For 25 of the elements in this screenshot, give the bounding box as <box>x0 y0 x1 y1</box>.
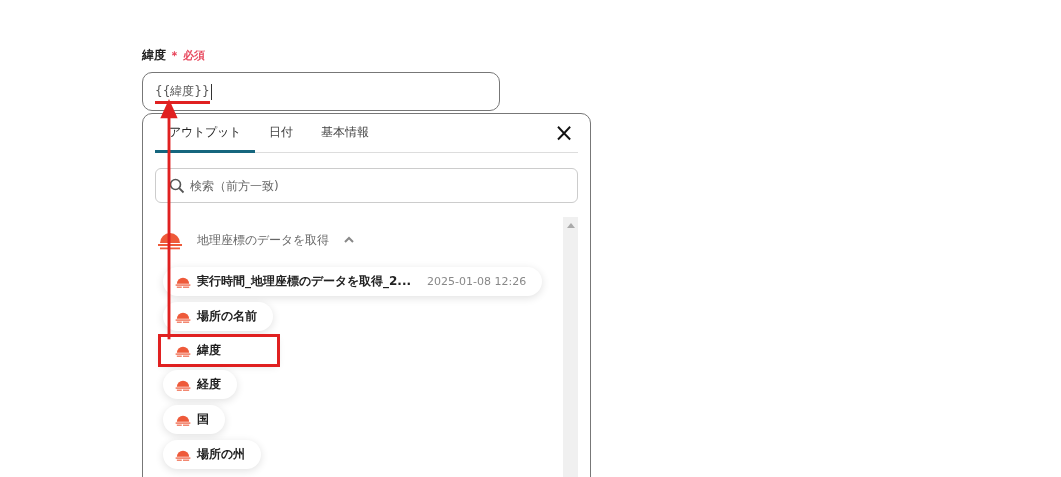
item-label: 経度 <box>197 376 221 393</box>
field-label: 緯度 <box>142 46 166 64</box>
input-field[interactable]: {{緯度}} <box>142 72 500 111</box>
output-item[interactable]: 緯度 <box>161 337 277 364</box>
required-mark: ＊ <box>169 47 180 63</box>
search-field[interactable]: 検索（前方一致) <box>155 168 578 203</box>
output-item[interactable]: 国 <box>163 405 225 434</box>
scroll-up-icon[interactable] <box>566 223 575 228</box>
output-item[interactable]: 場所の州 <box>163 440 261 469</box>
group-title[interactable]: 地理座標のデータを取得 <box>197 231 329 249</box>
output-item[interactable]: 経度 <box>163 370 237 399</box>
close-button[interactable]: × <box>549 114 578 152</box>
required-label: 必須 <box>183 47 205 63</box>
item-label: 国 <box>197 411 209 428</box>
item-label: 場所の州 <box>197 446 245 463</box>
output-item[interactable]: 実行時間_地理座標のデータを取得_2... 2025-01-08 12:26 <box>163 267 543 296</box>
scrollbar[interactable] <box>563 217 578 477</box>
item-label: 緯度 <box>197 342 221 359</box>
tab[interactable]: 基本情報 <box>307 114 383 153</box>
item-label: 実行時間_地理座標のデータを取得_2... <box>197 273 412 290</box>
output-item[interactable]: 場所の名前 <box>163 302 273 331</box>
tab[interactable]: 日付 <box>255 114 307 153</box>
item-label: 場所の名前 <box>197 308 257 325</box>
item-value: 2025-01-08 12:26 <box>427 275 527 288</box>
chevron-icon[interactable] <box>343 236 355 244</box>
